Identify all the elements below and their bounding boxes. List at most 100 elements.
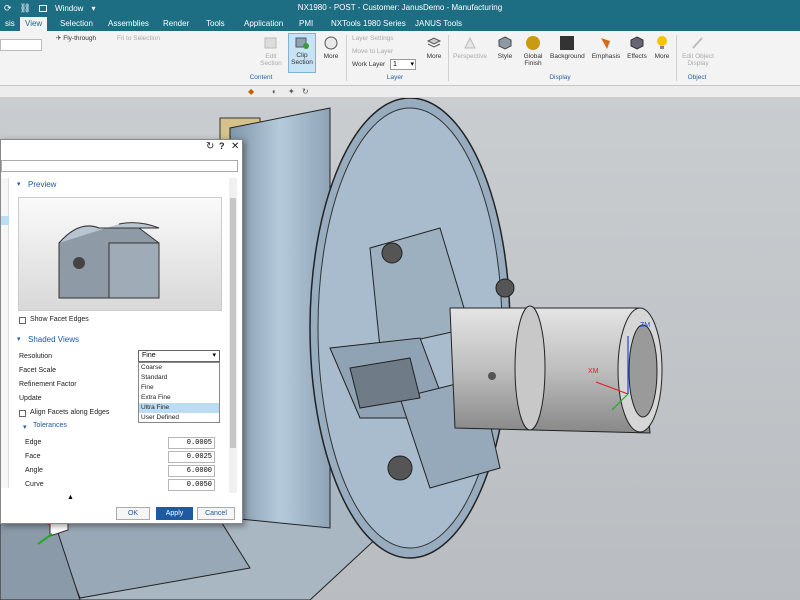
fit-to-selection-button[interactable]: Fit to Selection [117,35,160,42]
effects-label: Effects [627,53,647,60]
dialog-header: ↻ ? ✕ [1,140,242,156]
edit-object-display-label: Edit Object Display [682,53,714,67]
edit-section-label: Edit Section [260,53,282,67]
move-to-layer-button[interactable]: Move to Layer [352,48,393,55]
effects-button[interactable]: Effects [624,35,650,60]
more-display-label: More [654,53,670,60]
chevron-down-icon[interactable]: ▾ [17,180,21,188]
zm-axis-label: ZM [640,322,651,329]
tab-pmi[interactable]: PMI [294,17,318,31]
more-display-button[interactable]: More [652,35,672,60]
global-finish-button[interactable]: Global Finish [520,35,546,67]
collapse-icon[interactable]: ▲ [67,494,74,501]
chevron-down-icon[interactable]: ▾ [23,423,27,431]
work-layer-label: Work Layer [352,61,386,68]
cancel-button[interactable]: Cancel [197,507,235,520]
resolution-value: Fine [142,352,156,359]
fit-to-selection-label: Fit to Selection [117,35,160,42]
tab-nxtools[interactable]: NXTools 1980 Series [326,17,411,31]
option-fine[interactable]: Fine [139,383,219,393]
curve-icon[interactable]: ↻ [302,87,309,96]
chevron-down-icon[interactable]: ▾ [17,335,21,343]
angle-label: Angle [25,467,43,474]
tab-tools[interactable]: Tools [201,17,230,31]
help-icon[interactable]: ? [219,141,225,151]
more-content-button[interactable]: More [320,35,342,60]
cube-icon [498,36,512,50]
snap-icon[interactable]: ◐ [272,87,277,96]
refinement-factor-label: Refinement Factor [19,381,77,388]
xm-axis-label: XM [588,368,599,375]
perspective-icon [464,36,476,49]
layer-settings-button[interactable]: Layer Settings [352,35,394,42]
perspective-button[interactable]: Perspective [452,35,488,60]
fly-through-button[interactable]: ✈ Fly-through [56,35,96,42]
background-button[interactable]: Background [550,35,585,60]
group-object-label: Object [687,74,707,81]
sphere-icon [526,36,540,50]
group-display-label: Display [549,74,571,81]
style-button[interactable]: Style [492,35,518,60]
selection-bar: ◆ ◐ ✦ ↻ [0,86,800,98]
edit-object-display-button[interactable]: Edit Object Display [680,35,716,67]
emphasis-button[interactable]: Emphasis [590,35,622,60]
reset-icon[interactable]: ↻ [206,141,214,152]
lightbulb-icon [657,36,667,49]
tolerances-section-title: Tolerances [33,422,67,429]
option-coarse[interactable]: Coarse [139,363,219,373]
layers-icon [426,37,442,48]
align-facets-checkbox[interactable] [19,410,26,417]
ribbon-separator [448,35,449,81]
face-tolerance-input[interactable]: 0.0025 [168,451,215,463]
curve-label: Curve [25,481,44,488]
face-label: Face [25,453,41,460]
close-icon[interactable]: ✕ [231,141,239,152]
ribbon: ✈ Fly-through Fit to Selection Edit Sect… [0,31,800,86]
resolution-dropdown-list[interactable]: Coarse Standard Fine Extra Fine Ultra Fi… [138,362,220,423]
resolution-select[interactable]: Fine ▾ [138,350,220,362]
option-extra-fine[interactable]: Extra Fine [139,393,219,403]
fly-through-label: Fly-through [63,35,97,42]
show-facet-edges-label: Show Facet Edges [30,316,89,323]
edge-tolerance-input[interactable]: 0.0005 [168,437,215,449]
align-facets-label: Align Facets along Edges [30,409,110,416]
graphics-viewport[interactable]: ZM XM ↻ ? ✕ ▾ Preview Show Facet Edges ▾… [0,98,800,600]
search-input[interactable] [1,160,238,172]
more-layer-button[interactable]: More [423,35,445,60]
ok-button[interactable]: OK [116,507,150,520]
window-title: NX1980 - POST - Customer: JanusDemo - Ma… [297,3,503,12]
update-label: Update [19,395,42,402]
dialog-scrollbar[interactable] [229,178,237,493]
zoom-field[interactable] [0,39,42,51]
show-facet-edges-checkbox[interactable] [19,317,26,324]
apply-button[interactable]: Apply [156,507,193,520]
clip-section-button[interactable]: Clip Section [288,33,316,73]
curve-tolerance-input[interactable]: 0.0050 [168,479,215,491]
angle-tolerance-input[interactable]: 6.0000 [168,465,215,477]
scrollbar-thumb[interactable] [230,198,236,448]
filter-icon[interactable]: ◆ [248,87,254,96]
facet-scale-label: Facet Scale [19,367,56,374]
fly-through-icon: ✈ [56,35,62,42]
point-icon[interactable]: ✦ [288,87,295,96]
perspective-label: Perspective [453,53,487,60]
work-layer-select[interactable]: 1 ▾ [390,59,416,70]
category-tree[interactable] [1,178,9,488]
option-standard[interactable]: Standard [139,373,219,383]
tree-selected-item[interactable] [1,216,9,225]
tab-application[interactable]: Application [239,17,288,31]
preview-model [58,222,160,299]
tab-view[interactable]: View [20,17,48,31]
tab-analysis[interactable]: sis [0,17,20,31]
option-user-defined[interactable]: User Defined [139,413,219,423]
tab-render[interactable]: Render [158,17,194,31]
visualization-preferences-dialog: ↻ ? ✕ ▾ Preview Show Facet Edges ▾ Shade… [0,139,243,524]
global-finish-label: Global Finish [523,53,543,67]
background-label: Background [550,53,585,60]
title-bar: ⟳ ⛓ Window ▾ NX1980 - POST - Customer: J… [0,0,800,16]
tab-selection[interactable]: Selection [55,17,98,31]
tab-assemblies[interactable]: Assemblies [103,17,154,31]
option-ultra-fine[interactable]: Ultra Fine [139,403,219,413]
tab-janus-tools[interactable]: JANUS Tools [410,17,467,31]
edit-section-button[interactable]: Edit Section [256,35,286,67]
